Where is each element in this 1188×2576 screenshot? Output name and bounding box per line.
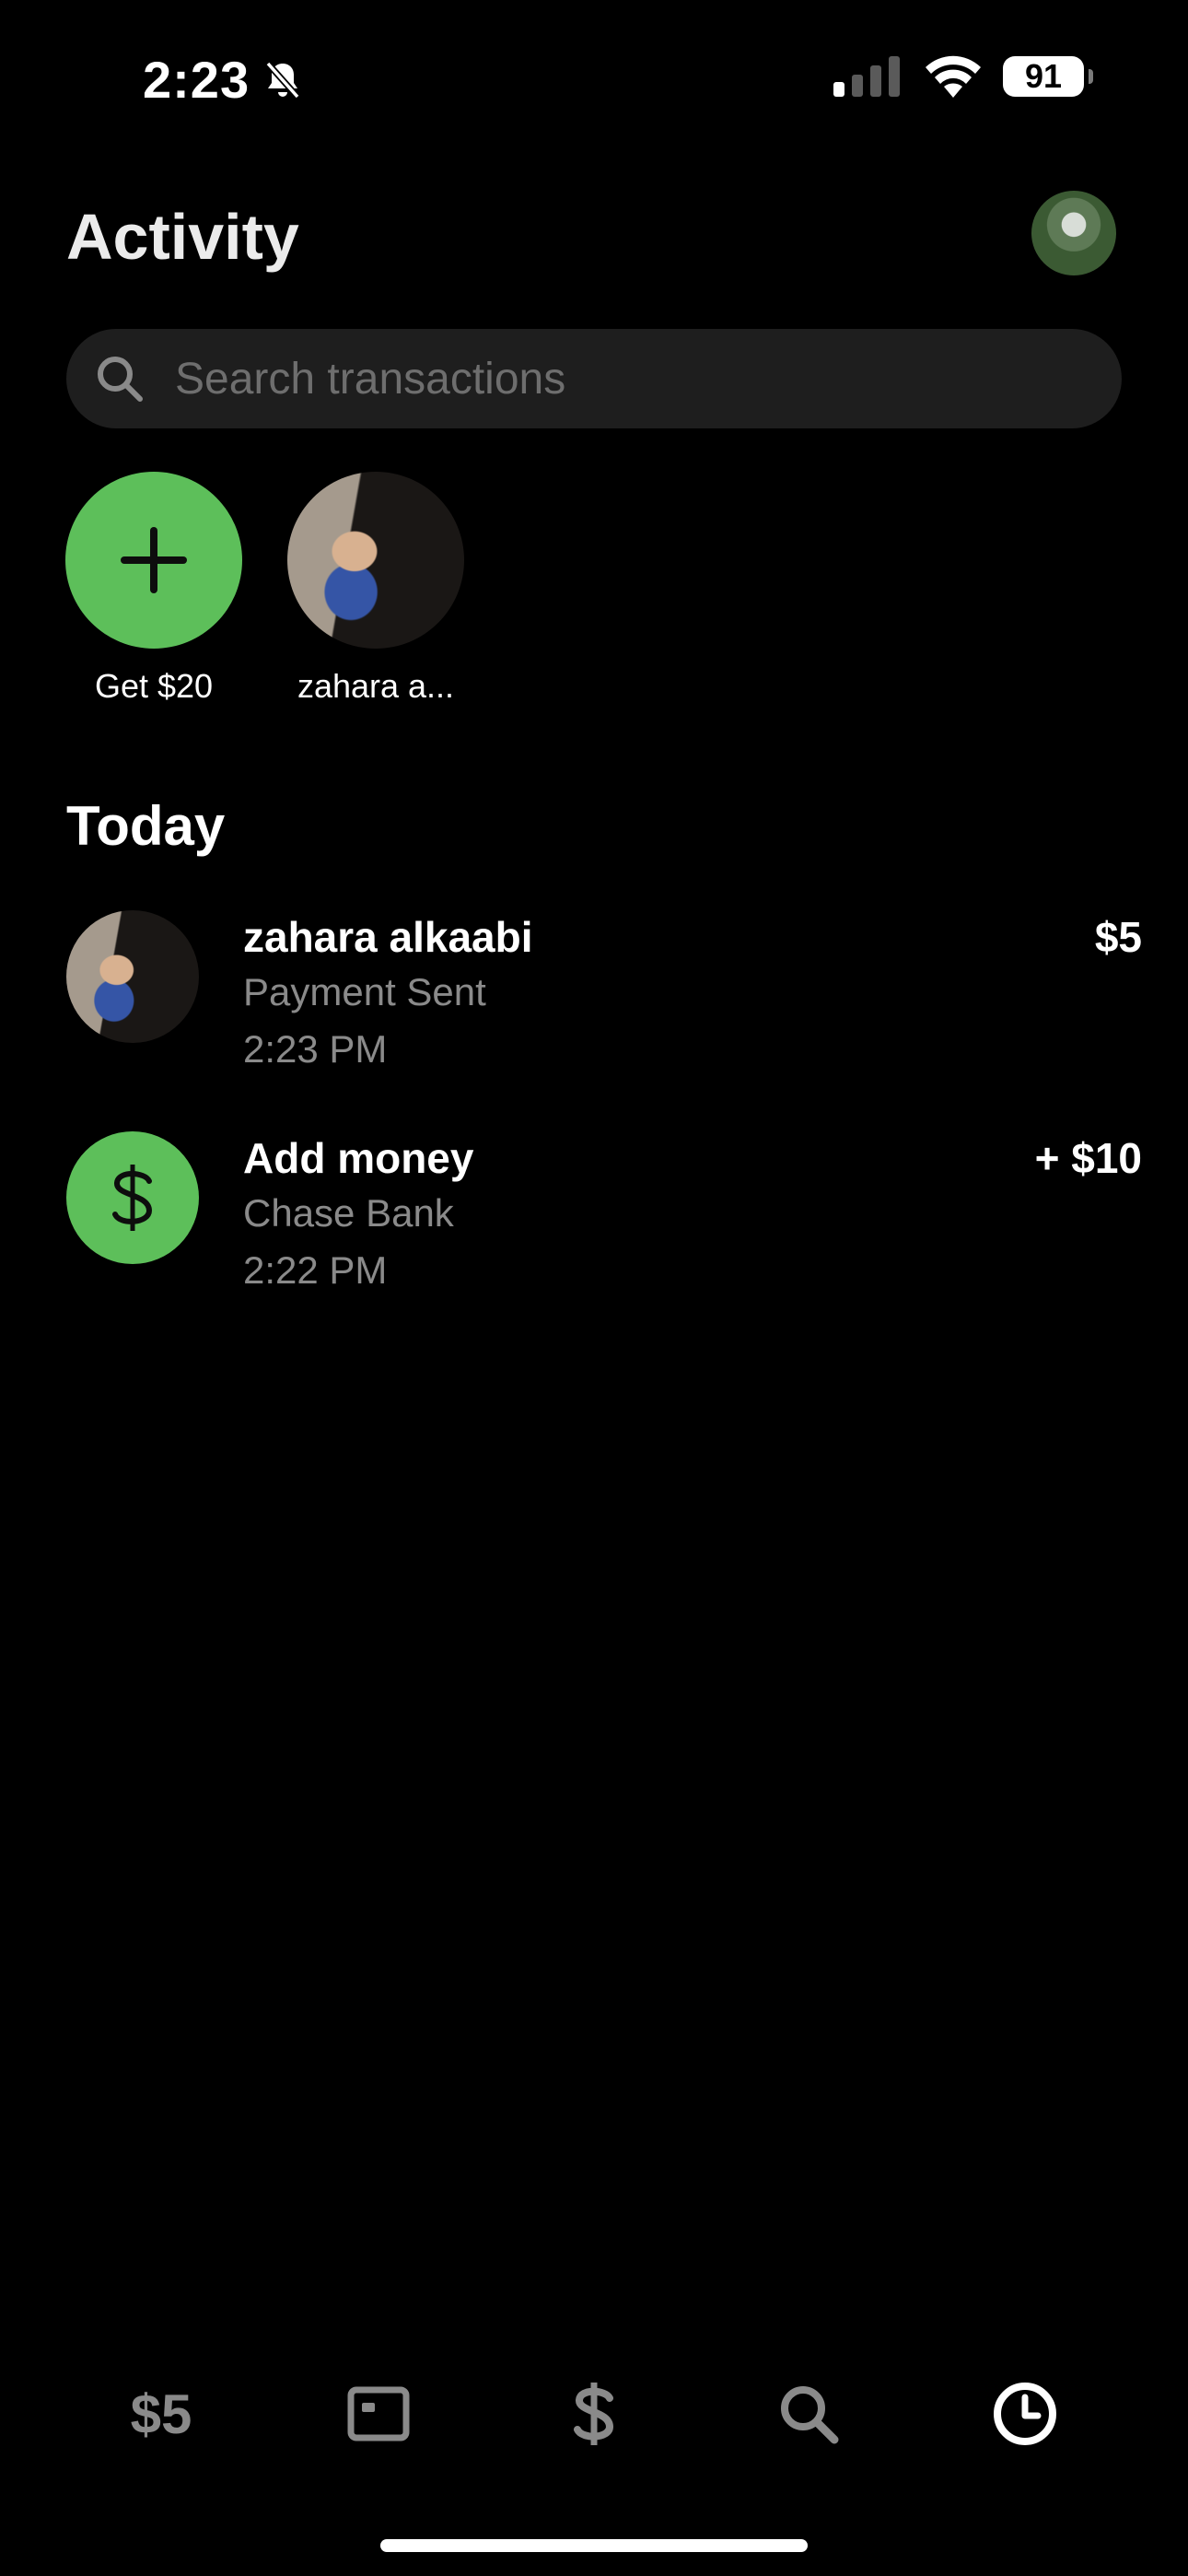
tab-bar: $5 bbox=[0, 2359, 1188, 2469]
tab-card[interactable] bbox=[323, 2359, 434, 2469]
transaction-name: zahara alkaabi bbox=[243, 913, 533, 961]
quick-item-invite[interactable]: Get $20 bbox=[52, 472, 255, 706]
search-bar[interactable] bbox=[66, 329, 1122, 428]
dollar-icon bbox=[574, 2383, 614, 2445]
transaction-text: Add money Chase Bank 2:22 PM bbox=[243, 1131, 473, 1299]
status-bar: 2:23 91 bbox=[0, 0, 1188, 157]
page-title: Activity bbox=[66, 201, 299, 273]
bell-slash-icon bbox=[265, 61, 300, 100]
section-title-today: Today bbox=[66, 795, 226, 857]
tab-activity[interactable] bbox=[970, 2359, 1080, 2469]
cellular-signal-icon bbox=[833, 56, 900, 97]
transaction-name: Add money bbox=[243, 1134, 474, 1182]
clock-icon bbox=[994, 2383, 1056, 2445]
contact-avatar[interactable] bbox=[287, 472, 464, 649]
transaction-amount: $5 bbox=[1094, 913, 1142, 961]
quick-item-contact[interactable]: zahara a... bbox=[274, 472, 477, 706]
plus-icon bbox=[121, 527, 187, 593]
battery-level: 91 bbox=[1024, 57, 1063, 95]
transaction-time: 2:23 PM bbox=[243, 1027, 388, 1071]
quick-item-label: Get $20 bbox=[94, 667, 214, 705]
card-icon bbox=[347, 2386, 410, 2441]
transaction-avatar bbox=[66, 910, 199, 1043]
transaction-row[interactable]: Add money Chase Bank 2:22 PM + $10 bbox=[66, 1131, 1142, 1316]
transaction-avatar bbox=[66, 1131, 199, 1264]
quick-item-label: zahara a... bbox=[297, 667, 455, 705]
search-icon bbox=[781, 2386, 839, 2444]
battery-nub bbox=[1089, 69, 1093, 84]
home-indicator bbox=[380, 2539, 808, 2552]
wifi-icon bbox=[926, 55, 981, 98]
status-time-group: 2:23 bbox=[143, 48, 305, 112]
transaction-subtitle: Payment Sent bbox=[243, 970, 486, 1013]
search-input[interactable] bbox=[173, 352, 1052, 405]
tab-balance[interactable]: $5 bbox=[106, 2359, 216, 2469]
transaction-amount: + $10 bbox=[1034, 1134, 1142, 1182]
status-time: 2:23 bbox=[143, 51, 250, 109]
transaction-text: zahara alkaabi Payment Sent 2:23 PM bbox=[243, 910, 533, 1078]
profile-avatar[interactable] bbox=[1031, 191, 1116, 275]
status-right-group: 91 bbox=[833, 55, 1093, 98]
dollar-icon bbox=[112, 1165, 153, 1231]
battery-indicator: 91 bbox=[1003, 56, 1093, 97]
transaction-row[interactable]: zahara alkaabi Payment Sent 2:23 PM $5 bbox=[66, 910, 1142, 1095]
invite-button[interactable] bbox=[65, 472, 242, 649]
search-icon bbox=[98, 357, 143, 402]
transaction-subtitle: Chase Bank bbox=[243, 1191, 454, 1235]
transaction-time: 2:22 PM bbox=[243, 1248, 388, 1292]
tab-balance-label: $5 bbox=[130, 2383, 192, 2445]
tab-search[interactable] bbox=[753, 2359, 864, 2469]
tab-cash[interactable] bbox=[539, 2359, 649, 2469]
